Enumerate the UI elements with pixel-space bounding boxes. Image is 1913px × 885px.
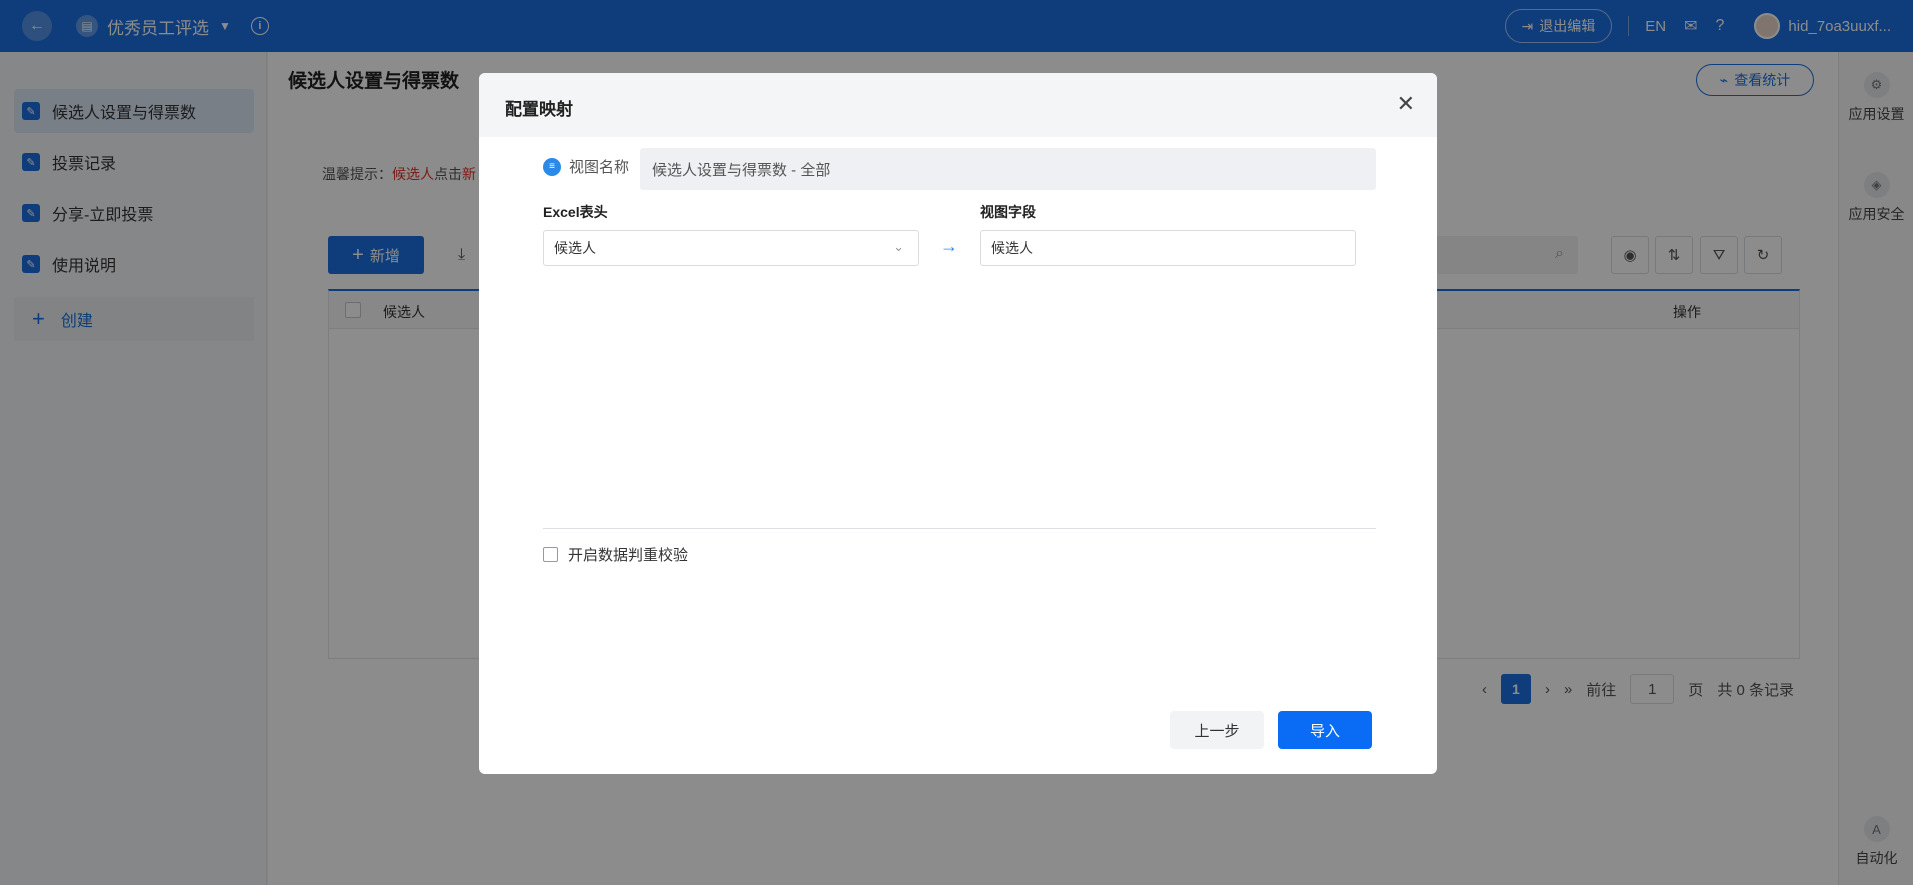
excel-header-select[interactable]: 候选人 ⌄: [543, 230, 919, 266]
list-icon: ≡: [543, 157, 561, 176]
view-field-label: 视图字段: [980, 204, 1036, 220]
prev-step-button[interactable]: 上一步: [1170, 711, 1264, 749]
dedupe-check-row[interactable]: 开启数据判重校验: [543, 544, 688, 565]
excel-header-value: 候选人: [554, 240, 596, 256]
chevron-down-icon: ⌄: [893, 239, 904, 254]
excel-header-label: Excel表头: [543, 204, 608, 220]
view-name-label: 视图名称: [569, 159, 630, 176]
view-name-row: ≡ 视图名称: [543, 156, 629, 177]
dialog-title: 配置映射: [505, 100, 573, 119]
config-mapping-dialog: 配置映射 ✕ ≡ 视图名称 候选人设置与得票数 - 全部 Excel表头 视图字…: [479, 73, 1437, 774]
dedupe-checkbox[interactable]: [543, 547, 558, 562]
import-button[interactable]: 导入: [1278, 711, 1372, 749]
view-field-input[interactable]: 候选人: [980, 230, 1356, 266]
close-icon[interactable]: ✕: [1397, 91, 1415, 117]
divider: [543, 528, 1376, 529]
dialog-header: 配置映射 ✕: [479, 73, 1437, 137]
dedupe-label: 开启数据判重校验: [568, 547, 689, 564]
arrow-right-icon: →: [940, 236, 958, 256]
view-name-field: 候选人设置与得票数 - 全部: [640, 148, 1376, 190]
